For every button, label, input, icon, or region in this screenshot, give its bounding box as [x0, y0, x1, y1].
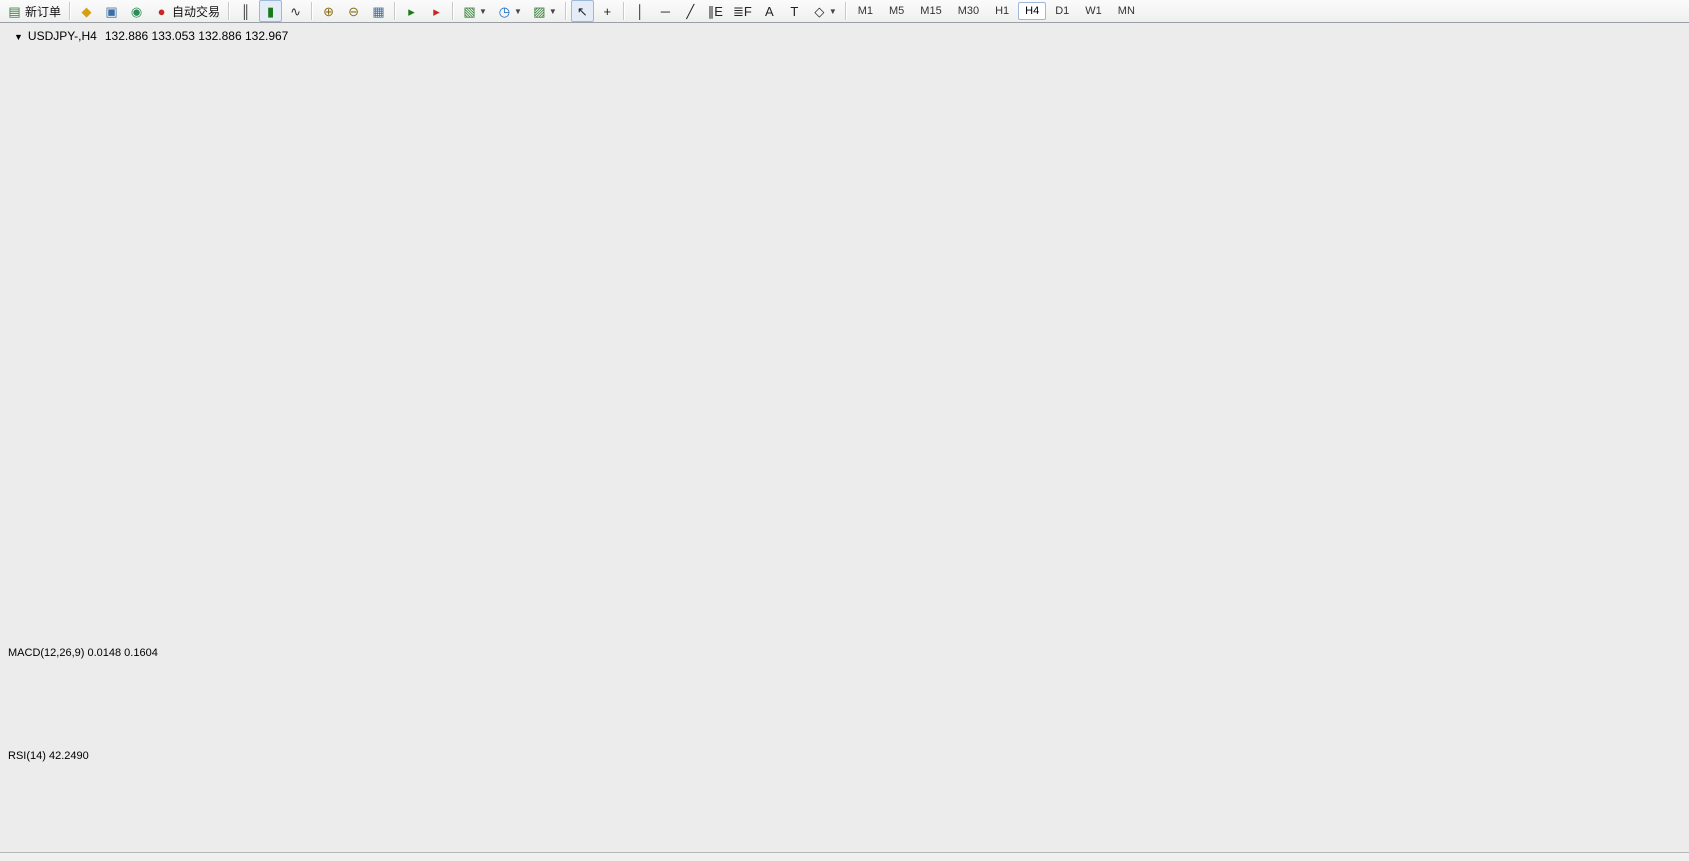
indicators-button[interactable]: ▨▼: [528, 0, 561, 22]
charts-window-button[interactable]: ▣: [100, 0, 123, 22]
ohlc-bars-icon: ║: [238, 5, 253, 18]
new-order-button-label: 新订单: [25, 3, 61, 20]
shapes-icon: ◇: [812, 5, 827, 18]
shapes-button[interactable]: ◇▼: [808, 0, 841, 22]
timeframe-mn-button[interactable]: MN: [1111, 2, 1142, 20]
timeframe-d1-button[interactable]: D1: [1048, 2, 1076, 20]
timeframe-m15-button[interactable]: M15: [913, 2, 948, 20]
trendline-icon: ╱: [683, 5, 698, 18]
signals-button[interactable]: ◉: [125, 0, 148, 22]
timeframe-m1-button[interactable]: M1: [851, 2, 880, 20]
text-label-button[interactable]: T: [783, 0, 806, 22]
toolbar-separator: [394, 2, 396, 20]
chart-symbol-timeframe: USDJPY-,H4: [28, 29, 97, 43]
new-order-button[interactable]: ▤新订单: [3, 0, 65, 22]
profiles-button[interactable]: ◷▼: [493, 0, 526, 22]
tile-windows-button[interactable]: ▦: [367, 0, 390, 22]
hline-icon: ─: [658, 5, 673, 18]
fibonacci-button[interactable]: ≣F: [729, 0, 756, 22]
line-chart-icon: ∿: [288, 5, 303, 18]
cursor-arrow-icon: ↖: [575, 5, 590, 18]
horizontal-line-button[interactable]: ─: [654, 0, 677, 22]
zoom-out-button[interactable]: ⊖: [342, 0, 365, 22]
vertical-line-button[interactable]: │: [629, 0, 652, 22]
status-strip: [0, 852, 1689, 861]
main-toolbar: ▤新订单◆▣◉●自动交易║▮∿⊕⊖▦▸▸▧▼◷▼▨▼↖+│─╱∥E≣FAT◇▼M…: [0, 0, 1689, 23]
chart-window-icon: ▣: [104, 5, 119, 18]
new-order-icon: ▤: [7, 5, 22, 18]
line-chart-button[interactable]: ∿: [284, 0, 307, 22]
toolbar-separator: [452, 2, 454, 20]
text-button[interactable]: A: [758, 0, 781, 22]
timeframe-h1-button[interactable]: H1: [988, 2, 1016, 20]
trendline-button[interactable]: ╱: [679, 0, 702, 22]
candlestick-icon: ▮: [263, 5, 278, 18]
timeframe-h4-button[interactable]: H4: [1018, 2, 1046, 20]
autotrade-stop-icon: ●: [154, 5, 169, 18]
channel-icon: ∥E: [708, 5, 723, 18]
chevron-down-icon: ▼: [479, 7, 487, 16]
signal-icon: ◉: [129, 5, 144, 18]
chart-title: ▼ USDJPY-,H4 132.886 133.053 132.886 132.9…: [14, 29, 288, 43]
indicator-icon: ▨: [532, 5, 547, 18]
chart-ohlc-values: 132.886 133.053 132.886 132.967: [105, 29, 289, 43]
mt4-terminal: ▤新订单◆▣◉●自动交易║▮∿⊕⊖▦▸▸▧▼◷▼▨▼↖+│─╱∥E≣FAT◇▼M…: [0, 0, 1689, 861]
timeframe-m30-button[interactable]: M30: [951, 2, 986, 20]
zoom-in-icon: ⊕: [321, 5, 336, 18]
gold-gem-icon: ◆: [79, 5, 94, 18]
cursor-button[interactable]: ↖: [571, 0, 594, 22]
chart-shift-button[interactable]: ▸: [425, 0, 448, 22]
tile-windows-icon: ▦: [371, 5, 386, 18]
vline-icon: │: [633, 5, 648, 18]
chevron-down-icon: ▼: [549, 7, 557, 16]
chevron-down-icon: ▼: [829, 7, 837, 16]
timeframe-m5-button[interactable]: M5: [882, 2, 911, 20]
toolbar-separator: [69, 2, 71, 20]
new-chart-button[interactable]: ▧▼: [458, 0, 491, 22]
new-chart-icon: ▧: [462, 5, 477, 18]
zoom-out-icon: ⊖: [346, 5, 361, 18]
autoscroll-icon: ▸: [404, 5, 419, 18]
fibonacci-icon: ≣F: [733, 5, 752, 18]
zoom-in-button[interactable]: ⊕: [317, 0, 340, 22]
toolbar-separator: [311, 2, 313, 20]
autotrade-button[interactable]: ●自动交易: [150, 0, 224, 22]
auto-scroll-button[interactable]: ▸: [400, 0, 423, 22]
chart-canvas[interactable]: [0, 0, 1689, 861]
text-icon: A: [762, 5, 777, 18]
clock-icon: ◷: [497, 5, 512, 18]
autotrade-button-label: 自动交易: [172, 3, 220, 20]
symbol-dropdown-icon[interactable]: ▼: [14, 32, 23, 42]
toolbar-separator: [228, 2, 230, 20]
chart-shift-icon: ▸: [429, 5, 444, 18]
chevron-down-icon: ▼: [514, 7, 522, 16]
macd-indicator-label: MACD(12,26,9) 0.0148 0.1604: [8, 647, 158, 659]
text-label-icon: T: [787, 5, 802, 18]
toolbar-separator: [565, 2, 567, 20]
timeframe-w1-button[interactable]: W1: [1078, 2, 1109, 20]
toolbar-separator: [623, 2, 625, 20]
channel-button[interactable]: ∥E: [704, 0, 727, 22]
candlestick-chart-button[interactable]: ▮: [259, 0, 282, 22]
crosshair-icon: +: [600, 5, 615, 18]
bar-chart-button[interactable]: ║: [234, 0, 257, 22]
crosshair-button[interactable]: +: [596, 0, 619, 22]
market-button[interactable]: ◆: [75, 0, 98, 22]
rsi-indicator-label: RSI(14) 42.2490: [8, 750, 89, 762]
